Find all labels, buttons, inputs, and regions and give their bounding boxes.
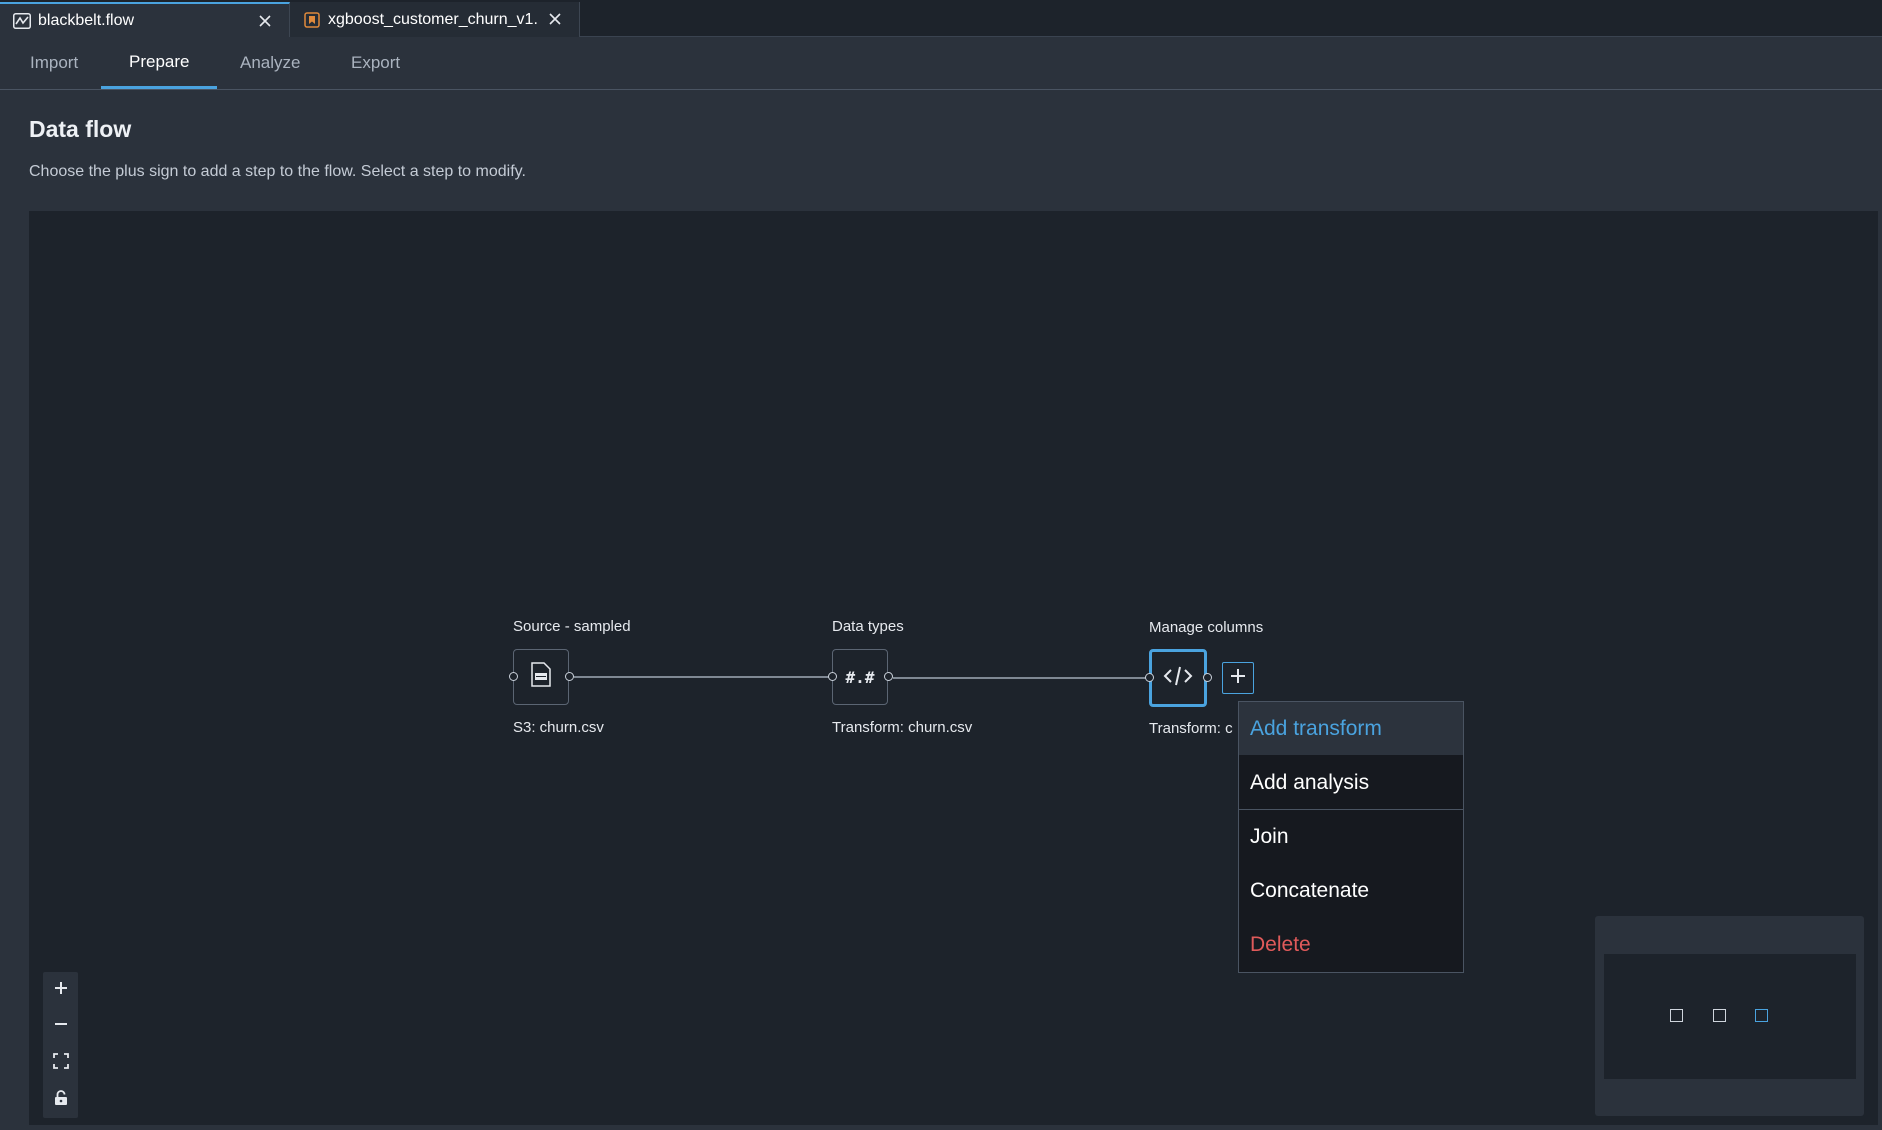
lock-icon [54,1089,68,1111]
data-type-icon: #.# [845,667,875,687]
zoom-out-icon [54,1017,68,1036]
file-tab-blackbelt-flow[interactable]: blackbelt.flow [0,2,290,37]
plus-icon [1230,668,1246,689]
minimap[interactable] [1595,916,1864,1116]
menu-item-delete[interactable]: Delete [1239,918,1463,971]
lock-button[interactable] [43,1082,78,1118]
tab-prepare[interactable]: Prepare [101,37,218,89]
minimap-node [1670,1009,1683,1022]
close-icon[interactable] [255,11,275,31]
prepare-nav-tabs: Import Prepare Analyze Export [0,37,1882,90]
tab-analyze[interactable]: Analyze [212,37,328,89]
page-title: Data flow [29,116,132,142]
input-port[interactable] [1145,673,1154,682]
tab-import[interactable]: Import [2,37,106,89]
menu-item-join[interactable]: Join [1239,810,1463,863]
zoom-controls [43,972,78,1118]
minimap-node-selected [1755,1009,1768,1022]
output-port[interactable] [565,672,574,681]
menu-item-add-transform[interactable]: Add transform [1239,702,1463,755]
file-tab-bar: blackbelt.flow xgboost_customer_churn_v1… [0,0,1882,37]
flow-edge [893,677,1174,679]
file-tab-label: blackbelt.flow [38,11,135,29]
output-port[interactable] [884,672,893,681]
source-node[interactable] [513,649,569,705]
input-port[interactable] [828,672,837,681]
data-types-node[interactable]: #.# [832,649,888,705]
output-port[interactable] [1203,673,1212,682]
document-icon [530,661,552,693]
fit-view-icon [52,1052,69,1074]
node-label-data-types: Transform: churn.csv [832,719,973,736]
fit-view-button[interactable] [43,1045,78,1081]
flow-icon [12,11,32,31]
file-tab-notebook[interactable]: xgboost_customer_churn_v1. [290,2,580,37]
add-step-button[interactable] [1222,662,1254,694]
close-icon[interactable] [545,9,565,29]
flow-canvas[interactable]: Source - sampled S3: churn.csv Data type… [29,211,1878,1125]
node-title-source: Source - sampled [513,618,631,635]
zoom-in-button[interactable] [43,972,78,1008]
manage-columns-node[interactable] [1149,649,1207,707]
page-subtitle: Choose the plus sign to add a step to th… [29,163,526,180]
node-title-manage-columns: Manage columns [1149,619,1264,636]
zoom-out-button[interactable] [43,1008,78,1044]
minimap-node [1713,1009,1726,1022]
menu-item-add-analysis[interactable]: Add analysis [1239,756,1463,809]
node-title-data-types: Data types [832,618,904,635]
menu-item-concatenate[interactable]: Concatenate [1239,864,1463,917]
file-tab-label: xgboost_customer_churn_v1. [328,10,538,28]
input-port[interactable] [509,672,518,681]
minimap-viewport [1604,954,1856,1079]
code-icon [1163,665,1193,692]
tab-export[interactable]: Export [323,37,428,89]
add-step-menu: Add transform Add analysis Join Concaten… [1238,701,1464,973]
node-label-source: S3: churn.csv [513,719,604,736]
node-label-manage-columns: Transform: c [1149,720,1233,737]
notebook-icon [302,10,322,30]
flow-edge [574,676,858,678]
zoom-in-icon [54,981,68,1000]
